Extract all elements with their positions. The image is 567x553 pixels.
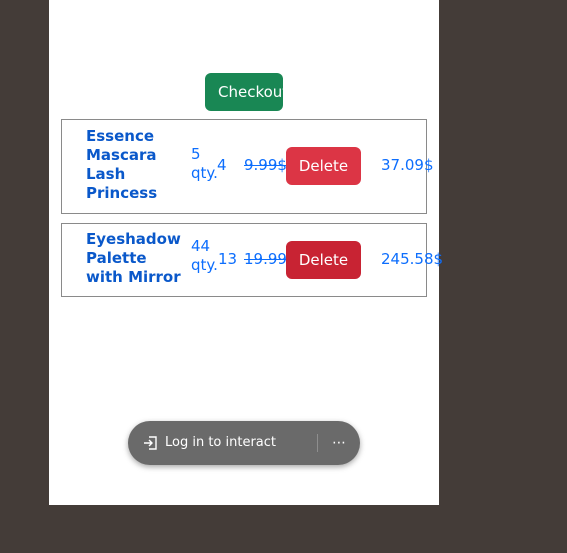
more-horizontal-icon[interactable]: ⋯	[330, 433, 348, 453]
login-icon	[142, 434, 160, 452]
cart-item-row: Eyeshadow Palette with Mirror 44 qty. 13…	[61, 223, 443, 297]
item-total: 37.09$	[381, 156, 434, 174]
login-button[interactable]: Log in to interact	[165, 434, 276, 452]
product-name-link[interactable]: Essence Mascara Lash Princess	[86, 127, 176, 203]
divider	[317, 434, 318, 452]
delete-button[interactable]: Delete	[286, 241, 361, 279]
cart-item-row: Essence Mascara Lash Princess 5 qty. 4 9…	[61, 119, 434, 214]
item-count: 4	[217, 156, 227, 174]
item-total: 245.58$	[381, 250, 444, 268]
product-name-link[interactable]: Eyeshadow Palette with Mirror	[86, 230, 182, 287]
item-count: 13	[218, 250, 238, 268]
delete-button[interactable]: Delete	[286, 147, 361, 185]
original-price: 9.99$	[244, 156, 287, 174]
login-overlay-pill: Log in to interact ⋯	[128, 421, 360, 465]
checkout-button[interactable]: Checkout	[205, 73, 283, 111]
